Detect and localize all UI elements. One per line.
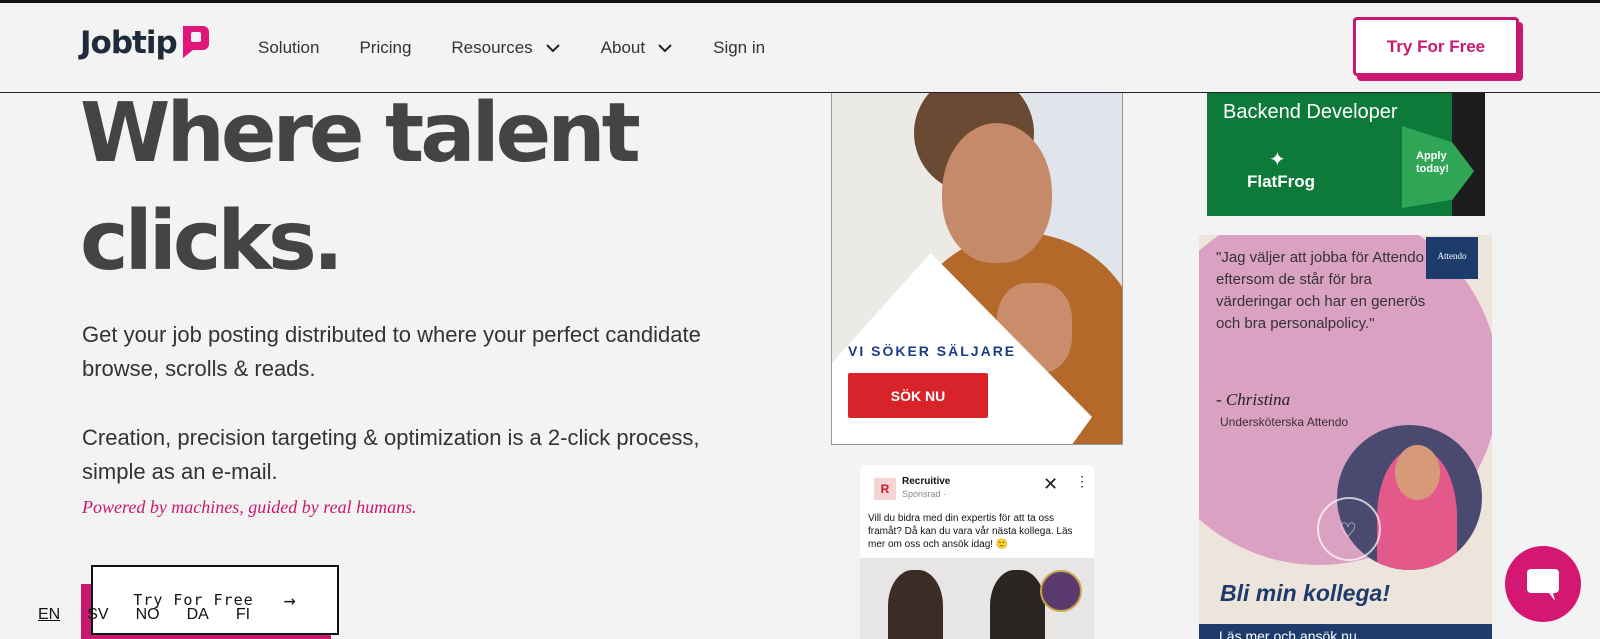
lang-no[interactable]: NO (136, 606, 160, 624)
header-cta: Try For Free (1353, 17, 1523, 81)
ad-headline: VI SÖKER SÄLJARE (848, 343, 1017, 359)
hero-description: Get your job posting distributed to wher… (82, 322, 701, 381)
nav-label: Pricing (359, 38, 412, 57)
nav-item-pricing[interactable]: Pricing (359, 38, 411, 58)
ad-seller: VI SÖKER SÄLJARE SÖK NU (831, 92, 1123, 445)
close-icon: ✕ (1043, 474, 1059, 494)
ad-signature: - Christina (1216, 390, 1291, 409)
ad-search-button: SÖK NU (848, 373, 988, 418)
more-options-icon: ⋮ (1075, 473, 1089, 489)
recruitive-logo: R (874, 478, 896, 500)
photo-person-head (1395, 445, 1440, 500)
hero-try-for-free-button[interactable]: Try For Free → (91, 565, 339, 635)
ad-person-2 (990, 570, 1045, 639)
award-badge (1040, 570, 1082, 612)
chat-widget-button[interactable] (1505, 546, 1581, 622)
site-header: Jobtip Solution Pricing Resources About … (0, 3, 1600, 93)
heart-icon: ♡ (1339, 520, 1357, 542)
nav-label: Resources (451, 38, 533, 57)
ad-job-title: Backend Developer (1223, 101, 1398, 123)
ad-footer: Läs mer och ansök nu (1199, 624, 1492, 639)
ad-post-text: Vill du bidra med din expertis för att t… (868, 513, 1073, 550)
logo-text: Jobtip (80, 25, 178, 61)
chat-bubble-icon (1527, 569, 1559, 601)
lang-sv[interactable]: SV (87, 606, 108, 624)
ad-slogan: Bli min kollega! (1220, 580, 1390, 606)
arrow-right-icon: → (283, 588, 297, 612)
logo-mark-icon (182, 26, 209, 58)
lang-da[interactable]: DA (187, 606, 209, 624)
hero-description-2: Creation, precision targeting & optimiza… (82, 425, 700, 484)
ad-recruitive: R Recruitive Sponsrad · ✕ ⋮ Vill du bidr… (860, 465, 1094, 639)
ad-person-face (942, 123, 1052, 263)
nav-label: Sign in (713, 38, 766, 57)
frog-icon: ✦ (1269, 149, 1286, 171)
ad-quote: "Jag väljer att jobba för Attendo efters… (1216, 249, 1426, 332)
chevron-down-icon (658, 44, 672, 53)
try-for-free-button[interactable]: Try For Free (1353, 17, 1519, 76)
ad-role: Undersköterska Attendo (1220, 415, 1349, 429)
nav-item-sign-in[interactable]: Sign in (713, 38, 765, 58)
hero-title: Where talent clicks. (80, 80, 641, 296)
ad-sponsored-label: Sponsrad · (902, 489, 947, 499)
main-nav: Solution Pricing Resources About Sign in (258, 38, 805, 58)
jobtip-logo[interactable]: Jobtip (80, 25, 211, 61)
nav-item-solution[interactable]: Solution (258, 38, 319, 58)
ad-company-name: Recruitive (902, 476, 951, 487)
ad-attendo: Attendo "Jag väljer att jobba för Attend… (1199, 235, 1492, 639)
nav-label: Solution (258, 38, 320, 57)
nav-item-about[interactable]: About (601, 38, 673, 58)
ad-brand: FlatFrog (1247, 172, 1315, 191)
lang-en[interactable]: EN (38, 606, 60, 624)
nav-label: About (600, 38, 646, 57)
hero-title-line1: Where talent (80, 86, 641, 181)
hero-title-line2: clicks. (80, 194, 344, 289)
chevron-down-icon (545, 44, 560, 53)
nav-item-resources[interactable]: Resources (451, 38, 560, 58)
lang-fi[interactable]: FI (236, 606, 250, 624)
hero-tagline: Powered by machines, guided by real huma… (82, 497, 417, 517)
language-switcher: EN SV NO DA FI (38, 606, 277, 624)
ad-person-1 (888, 570, 943, 639)
ad-flatfrog: Backend Developer ✦ FlatFrog Apply today… (1207, 92, 1485, 216)
